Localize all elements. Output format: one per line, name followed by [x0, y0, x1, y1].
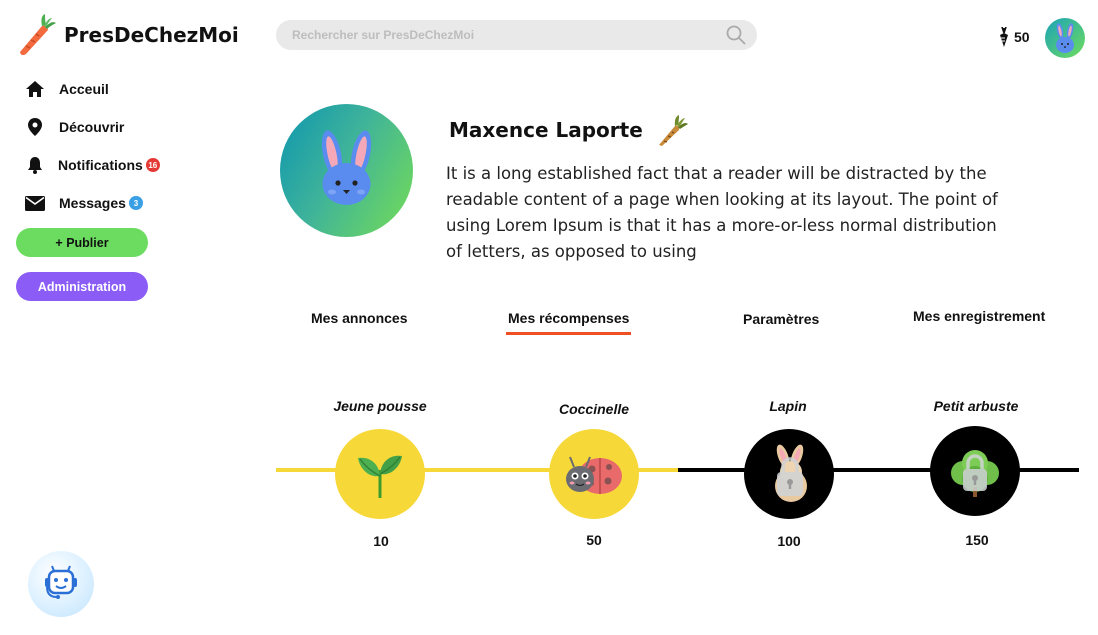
reward-badge-lapin[interactable] — [744, 429, 834, 519]
sidebar-item-decouvrir[interactable]: Découvrir — [16, 114, 186, 140]
app-name: PresDeChezMoi — [64, 23, 239, 47]
search-bar[interactable] — [276, 20, 757, 50]
support-bot-button[interactable] — [28, 551, 94, 617]
tab-mes-recompenses[interactable]: Mes récompenses — [505, 310, 632, 335]
carrot-points-icon — [1000, 27, 1008, 47]
tab-mes-enregistrement[interactable]: Mes enregistrement — [913, 308, 1045, 324]
reward-points: 10 — [373, 533, 389, 549]
user-avatar[interactable] — [1045, 18, 1085, 58]
profile-bio: It is a long established fact that a rea… — [446, 164, 998, 261]
app-logo[interactable]: PresDeChezMoi — [12, 12, 239, 58]
reward-points: 100 — [777, 533, 801, 549]
messages-count-badge: 3 — [128, 196, 143, 210]
carrot-logo-icon — [20, 14, 56, 56]
tab-mes-annonces[interactable]: Mes annonces — [311, 310, 407, 326]
sidebar-item-label: Acceuil — [59, 81, 109, 97]
sidebar: Acceuil Découvrir Notifications 16 Messa… — [16, 76, 186, 301]
tab-parametres[interactable]: Paramètres — [743, 311, 819, 327]
chatbot-icon — [45, 565, 77, 599]
rabbit-icon — [775, 444, 807, 502]
publish-button[interactable]: + Publier — [16, 228, 148, 257]
search-input[interactable] — [292, 28, 725, 42]
administration-button[interactable]: Administration — [16, 272, 148, 301]
sidebar-item-messages[interactable]: Messages 3 — [16, 190, 186, 216]
sidebar-item-notifications[interactable]: Notifications 16 — [16, 152, 186, 178]
profile-name: Maxence Laporte — [449, 113, 689, 147]
sprout-icon — [358, 455, 402, 498]
rabbit-avatar-icon — [321, 130, 372, 205]
shrub-icon — [951, 450, 999, 497]
carrot-points[interactable]: 50 — [998, 27, 1030, 47]
profile-name-text: Maxence Laporte — [449, 118, 643, 142]
sidebar-item-label: Messages — [59, 195, 126, 211]
reward-name: Coccinelle — [558, 401, 630, 417]
carrot-icon — [658, 115, 688, 146]
envelope-icon — [24, 192, 46, 214]
sidebar-item-label: Découvrir — [59, 119, 125, 135]
reward-name: Petit arbuste — [933, 398, 1019, 414]
search-icon[interactable] — [725, 24, 747, 46]
reward-points: 50 — [586, 532, 602, 548]
location-pin-icon — [24, 116, 46, 138]
reward-name: Lapin — [769, 398, 807, 414]
reward-badge-jeune-pousse[interactable] — [335, 429, 425, 519]
rabbit-avatar-icon — [1056, 23, 1074, 53]
notifications-count-badge: 16 — [145, 158, 160, 172]
reward-name: Jeune pousse — [333, 398, 427, 414]
ladybug-icon — [566, 456, 622, 494]
reward-badge-petit-arbuste[interactable] — [930, 426, 1020, 516]
sidebar-item-acceuil[interactable]: Acceuil — [16, 76, 186, 102]
profile-avatar[interactable] — [280, 104, 413, 237]
reward-points: 150 — [965, 532, 989, 548]
reward-badge-coccinelle[interactable] — [549, 429, 639, 519]
home-icon — [24, 78, 46, 100]
points-value: 50 — [1014, 29, 1030, 45]
bell-icon — [24, 154, 46, 176]
sidebar-item-label: Notifications — [58, 157, 143, 173]
